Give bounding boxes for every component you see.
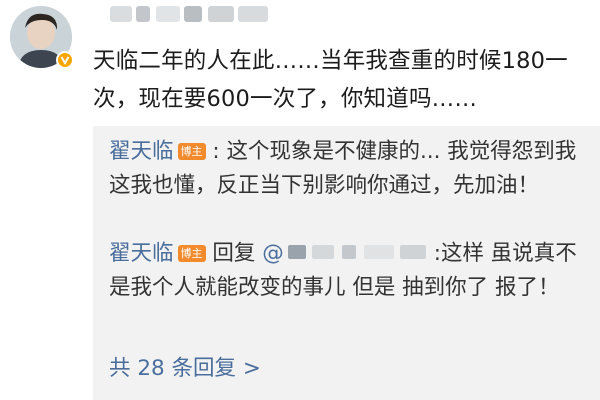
reply-item: 翟天临 博主 : 这个现象是不健康的... 我觉得怨到我这我也懂，反正当下别影响你… — [109, 135, 594, 203]
blurred-mention — [284, 241, 434, 263]
reply-box: 翟天临 博主 : 这个现象是不健康的... 我觉得怨到我这我也懂，反正当下别影响你… — [93, 126, 600, 400]
reply-separator: : — [433, 241, 441, 266]
reply-item: 翟天临 博主 回复 @ :这样 虽说真不是我个人就能改变的事儿 但是 抽到你了 报… — [109, 237, 594, 305]
host-badge: 博主 — [177, 143, 206, 160]
comment-screenshot: 天临二年的人在此……当年我查重的时候180一次，现在要600一次了，你知道吗……… — [0, 0, 600, 400]
host-badge: 博主 — [177, 245, 206, 262]
more-replies-link[interactable]: 共 28 条回复 > — [109, 352, 261, 386]
blurred-username — [110, 6, 270, 24]
mention-prefix[interactable]: @ — [262, 241, 284, 266]
verified-badge-icon — [56, 51, 74, 69]
reply-label: 回复 — [212, 241, 256, 266]
comment-text: 天临二年的人在此……当年我查重的时候180一次，现在要600一次了，你知道吗…… — [93, 48, 568, 112]
reply-separator: : — [212, 139, 220, 164]
reply-author-link[interactable]: 翟天临 — [109, 139, 174, 164]
reply-author-link[interactable]: 翟天临 — [109, 241, 174, 266]
